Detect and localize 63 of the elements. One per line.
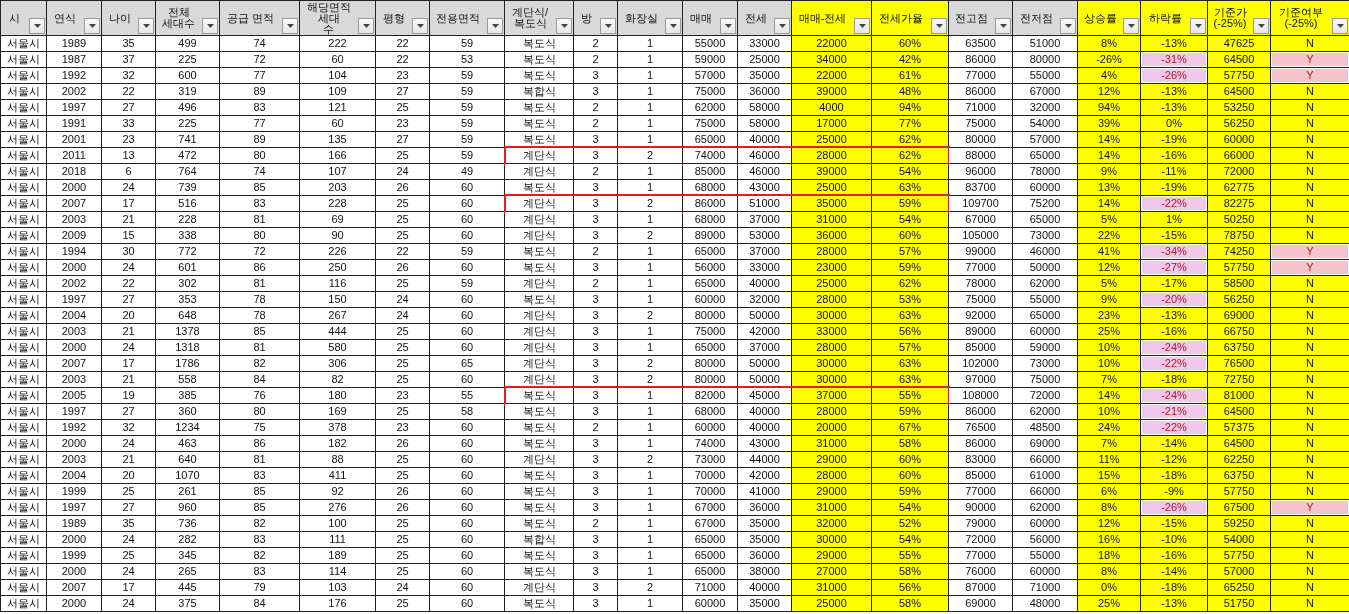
column-header-label: 해당면적 세대 수 [305, 1, 352, 35]
column-header-label: 연식 [53, 12, 77, 24]
filter-dropdown-button[interactable] [556, 18, 572, 34]
filter-dropdown-button[interactable] [665, 18, 681, 34]
filter-dropdown-button[interactable] [282, 18, 298, 34]
caret-down-icon [416, 24, 424, 28]
column-header-label: 방 [580, 12, 593, 24]
caret-down-icon [88, 24, 96, 28]
filter-dropdown-button[interactable] [358, 18, 374, 34]
column-header-label: 전고점 [954, 12, 989, 24]
filter-dropdown-button[interactable] [1190, 18, 1206, 34]
column-header-label: 전세 [743, 12, 768, 24]
column-header-label: 전용면적 [435, 12, 481, 24]
caret-down-icon [206, 24, 214, 28]
caret-down-icon [142, 24, 150, 28]
filter-dropdown-button[interactable] [600, 18, 616, 34]
caret-down-icon [491, 24, 499, 28]
filter-dropdown-button[interactable] [138, 18, 154, 34]
caret-down-icon [560, 24, 568, 28]
caret-down-icon [286, 24, 294, 28]
caret-down-icon [604, 24, 612, 28]
column-header-label: 기준가 (-25%) [1212, 7, 1248, 29]
column-header-label: 매매 [689, 12, 713, 24]
caret-down-icon [1194, 24, 1202, 28]
column-header-label: 전세가율 [878, 12, 924, 24]
column-header-label: 매매-전세 [797, 12, 848, 24]
caret-down-icon [1336, 24, 1344, 28]
column-header-label: 기준여부 (-25%) [1278, 7, 1324, 29]
caret-down-icon [669, 24, 677, 28]
caret-down-icon [1064, 24, 1072, 28]
filter-dropdown-button[interactable] [854, 18, 870, 34]
caret-down-icon [724, 24, 732, 28]
filter-dropdown-button[interactable] [1060, 18, 1076, 34]
column-header-label: 공급 면적 [225, 12, 276, 24]
filter-dropdown-button[interactable] [84, 18, 100, 34]
column-header-label: 계단식/ 복도식 [510, 7, 550, 29]
column-header-label: 하락률 [1147, 12, 1183, 24]
filter-dropdown-button[interactable] [1123, 18, 1139, 34]
caret-down-icon [935, 24, 943, 28]
column-header-label: 전저점 [1018, 12, 1054, 24]
filter-dropdown-button[interactable] [1253, 18, 1269, 34]
column-header-label: 전체 세대수 [161, 7, 196, 29]
column-header-label: 화장실 [623, 12, 659, 24]
caret-down-icon [858, 24, 866, 28]
caret-down-icon [1127, 24, 1135, 28]
caret-down-icon [999, 24, 1007, 28]
column-header-label: 시 [8, 12, 21, 24]
filter-dropdown-button[interactable] [720, 18, 736, 34]
column-header-label: 상승률 [1082, 12, 1118, 24]
filter-dropdown-button[interactable] [412, 18, 428, 34]
filter-dropdown-button[interactable] [931, 18, 947, 34]
caret-down-icon [33, 24, 41, 28]
column-header-label: 평형 [381, 12, 406, 24]
filter-dropdown-button[interactable] [29, 18, 45, 34]
column-header-label: 나이 [107, 12, 132, 24]
filter-dropdown-button[interactable] [1332, 18, 1348, 34]
caret-down-icon [778, 24, 786, 28]
caret-down-icon [1257, 24, 1265, 28]
filter-dropdown-button[interactable] [487, 18, 503, 34]
filter-dropdown-button[interactable] [995, 18, 1011, 34]
filter-dropdown-button[interactable] [202, 18, 218, 34]
filter-dropdown-button[interactable] [774, 18, 790, 34]
caret-down-icon [362, 24, 370, 28]
